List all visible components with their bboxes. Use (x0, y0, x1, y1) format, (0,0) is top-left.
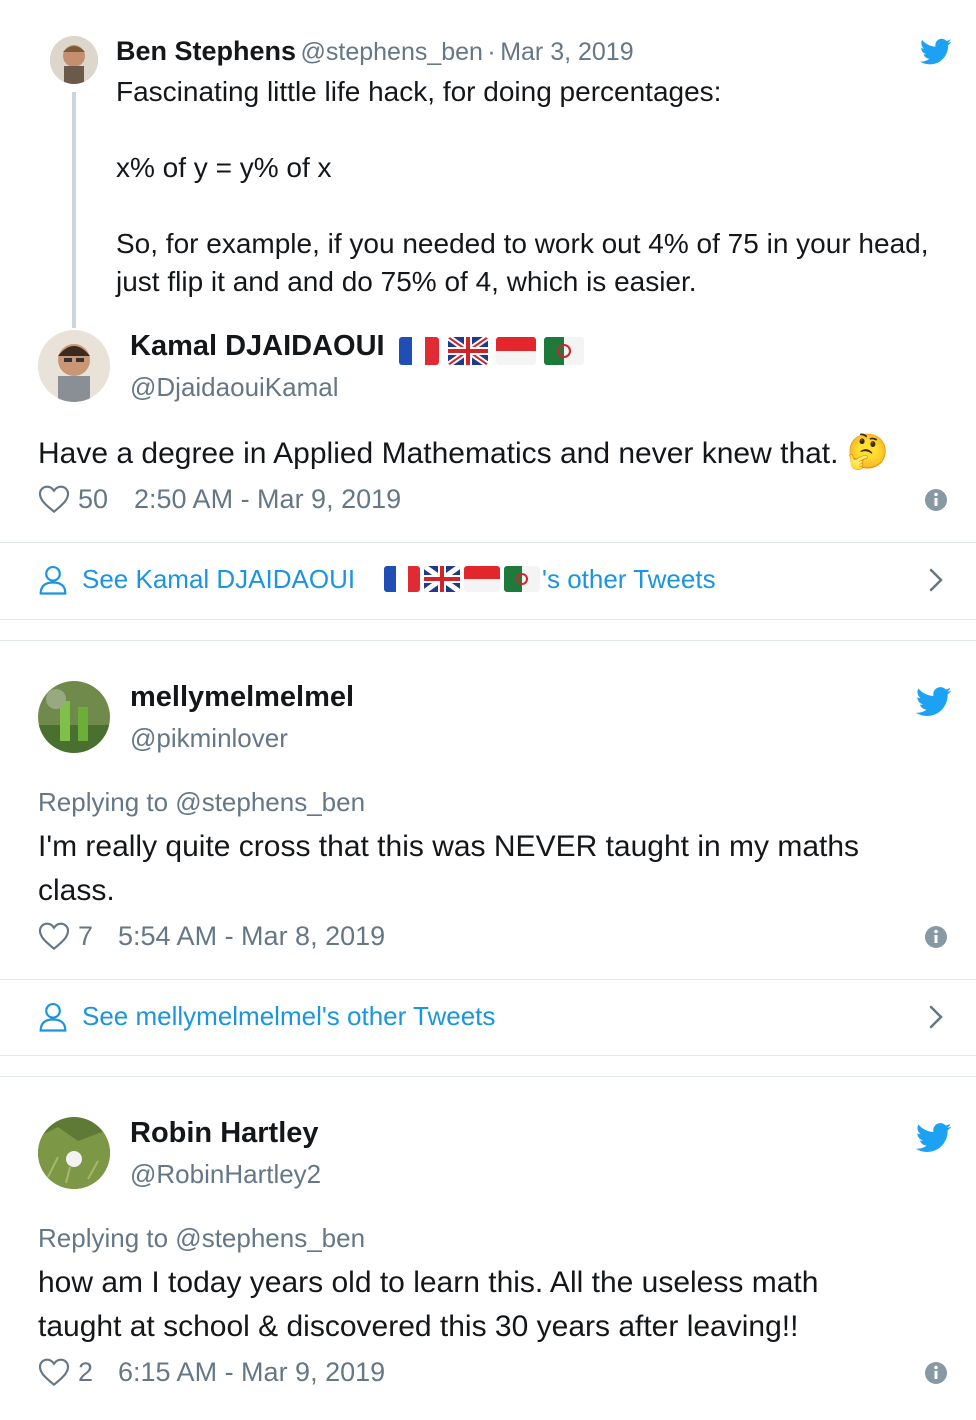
author-handle[interactable]: @DjaidaouiKamal (130, 372, 339, 403)
indonesia-flag-icon (495, 336, 536, 365)
uk-flag-icon (447, 336, 488, 365)
info-icon[interactable] (924, 488, 948, 512)
see-other-tweets-label: See mellymelmelmel's other Tweets (82, 1001, 496, 1031)
quoted-author-name[interactable]: Ben Stephens (116, 36, 296, 66)
quoted-text-line-2: x% of y = y% of x (116, 152, 332, 183)
replying-to[interactable]: Replying to @stephens_ben (38, 1223, 365, 1254)
like-count[interactable]: 7 (78, 921, 93, 952)
info-icon[interactable] (924, 1361, 948, 1385)
author-handle[interactable]: @RobinHartley2 (130, 1159, 321, 1190)
author-name[interactable]: Kamal DJAIDAOUI (130, 330, 385, 362)
avatar-melly[interactable] (38, 681, 110, 753)
tweet-text-line-2: taught at school & discovered this 30 ye… (38, 1310, 799, 1343)
see-other-tweets-link[interactable]: See mellymelmelmel's other Tweets (38, 997, 948, 1037)
uk-flag-icon (424, 566, 460, 592)
chevron-right-icon (926, 566, 946, 594)
replying-to[interactable]: Replying to @stephens_ben (38, 787, 365, 818)
person-icon (38, 564, 68, 596)
see-other-tweets-prefix: See Kamal DJAIDAOUI (82, 564, 356, 594)
chevron-right-icon (926, 1003, 946, 1031)
tweet-text-line-1: how am I today years old to learn this. … (38, 1266, 819, 1299)
tweet-card-melly: mellymelmelmel @pikminlover Replying to … (0, 640, 976, 1056)
twitter-bird-icon[interactable] (919, 38, 952, 66)
quoted-text-line-3: So, for example, if you needed to work o… (116, 228, 929, 259)
author-handle[interactable]: @pikminlover (130, 723, 288, 754)
quoted-text-line-4: just flip it and and do 75% of 4, which … (116, 266, 697, 297)
quoted-text-line-1: Fascinating little life hack, for doing … (116, 76, 722, 107)
tweet-timestamp[interactable]: 5:54 AM - Mar 8, 2019 (118, 921, 385, 952)
tweet-card-robin: Robin Hartley @RobinHartley2 Replying to… (0, 1076, 976, 1420)
avatar-ben-stephens[interactable] (50, 36, 98, 84)
see-other-tweets-suffix: 's other Tweets (542, 564, 716, 594)
tweet-text: Have a degree in Applied Mathematics and… (38, 430, 889, 476)
card-gap (0, 620, 976, 640)
tweet-text-content: Have a degree in Applied Mathematics and… (38, 437, 839, 470)
quoted-date[interactable]: Mar 3, 2019 (500, 38, 633, 66)
france-flag-icon (399, 336, 440, 365)
quoted-author-handle[interactable]: @stephens_ben (301, 38, 483, 66)
quoted-header: Ben Stephens @stephens_ben · Mar 3, 2019 (116, 36, 634, 67)
tweet-text-line-1: I'm really quite cross that this was NEV… (38, 830, 860, 863)
tweet-timestamp[interactable]: 6:15 AM - Mar 9, 2019 (118, 1357, 385, 1388)
divider (0, 979, 976, 980)
twitter-bird-icon[interactable] (915, 687, 952, 717)
flags-inline (384, 566, 540, 592)
heart-icon[interactable] (38, 921, 70, 951)
quoted-separator: · (487, 38, 496, 66)
see-other-tweets-link[interactable]: See Kamal DJAIDAOUI 's other Tweets (38, 560, 948, 600)
author-name[interactable]: Robin Hartley (130, 1117, 319, 1150)
heart-icon[interactable] (38, 1357, 70, 1387)
france-flag-icon (384, 566, 420, 592)
like-count[interactable]: 50 (78, 484, 108, 515)
divider (0, 542, 976, 543)
like-count[interactable]: 2 (78, 1357, 93, 1388)
thread-line (72, 92, 76, 328)
tweet-text-line-2: class. (38, 874, 115, 907)
avatar-robin[interactable] (38, 1117, 110, 1189)
card-gap (0, 1056, 976, 1076)
heart-icon[interactable] (38, 484, 70, 514)
author-name[interactable]: mellymelmelmel (130, 681, 354, 714)
tweet-timestamp[interactable]: 2:50 AM - Mar 9, 2019 (134, 484, 401, 515)
person-icon (38, 1001, 68, 1033)
author-row-kamal: Kamal DJAIDAOUI (130, 330, 585, 365)
twitter-bird-icon[interactable] (915, 1123, 952, 1153)
avatar-kamal[interactable] (38, 330, 110, 402)
algeria-flag-icon (504, 566, 540, 592)
indonesia-flag-icon (464, 566, 500, 592)
thinking-face-emoji: 🤔 (846, 433, 890, 471)
tweet-card-kamal: Ben Stephens @stephens_ben · Mar 3, 2019… (0, 0, 976, 620)
info-icon[interactable] (924, 925, 948, 949)
algeria-flag-icon (544, 336, 585, 365)
